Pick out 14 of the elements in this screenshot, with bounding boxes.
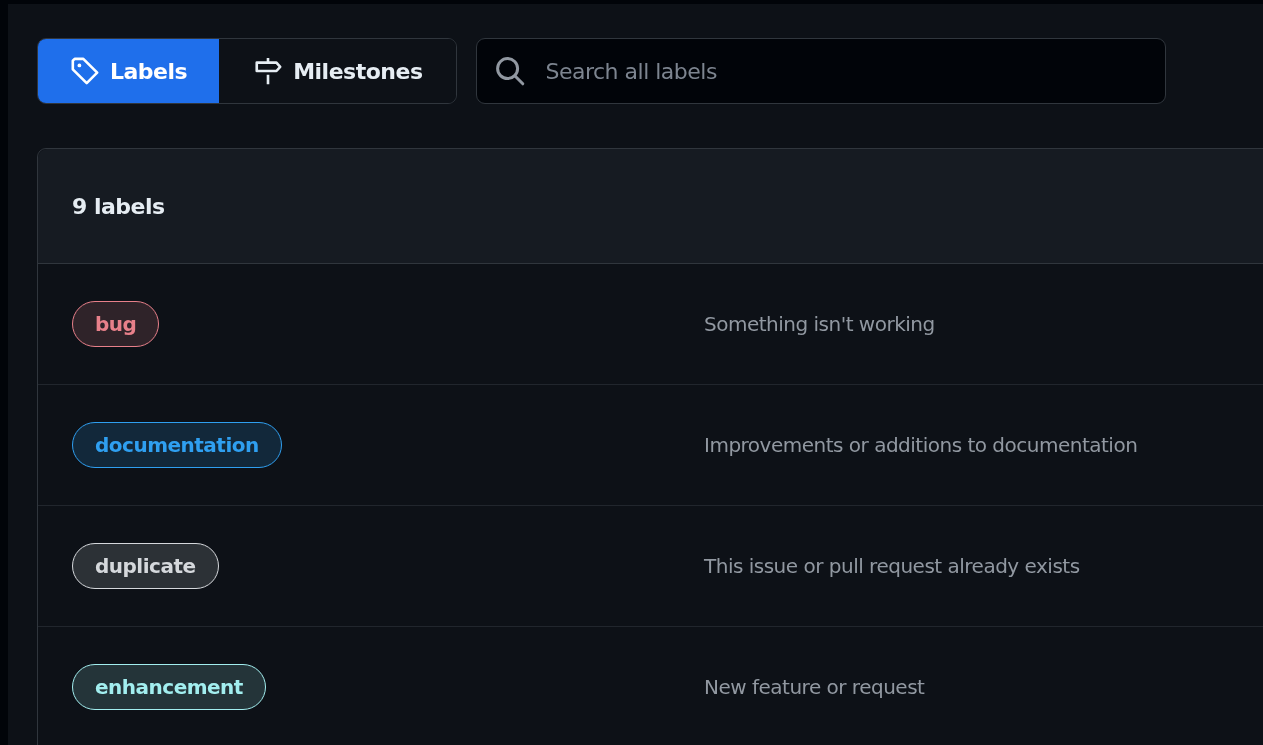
label-count: 9 labels <box>72 193 165 219</box>
label-description: This issue or pull request already exists <box>704 554 1080 578</box>
label-tag[interactable]: enhancement <box>72 664 266 710</box>
label-description: Something isn't working <box>704 312 935 336</box>
label-description: New feature or request <box>704 675 925 699</box>
label-description: Improvements or additions to documentation <box>704 433 1138 457</box>
label-tag[interactable]: bug <box>72 301 160 347</box>
tag-icon <box>70 56 100 86</box>
search-icon <box>494 55 527 87</box>
signpost-icon <box>253 56 284 86</box>
label-tag[interactable]: documentation <box>72 422 282 468</box>
nav-tab[interactable]: Labels <box>38 39 220 103</box>
search-field[interactable]: Search all labels <box>476 38 1167 104</box>
label-tag[interactable]: duplicate <box>72 543 219 589</box>
